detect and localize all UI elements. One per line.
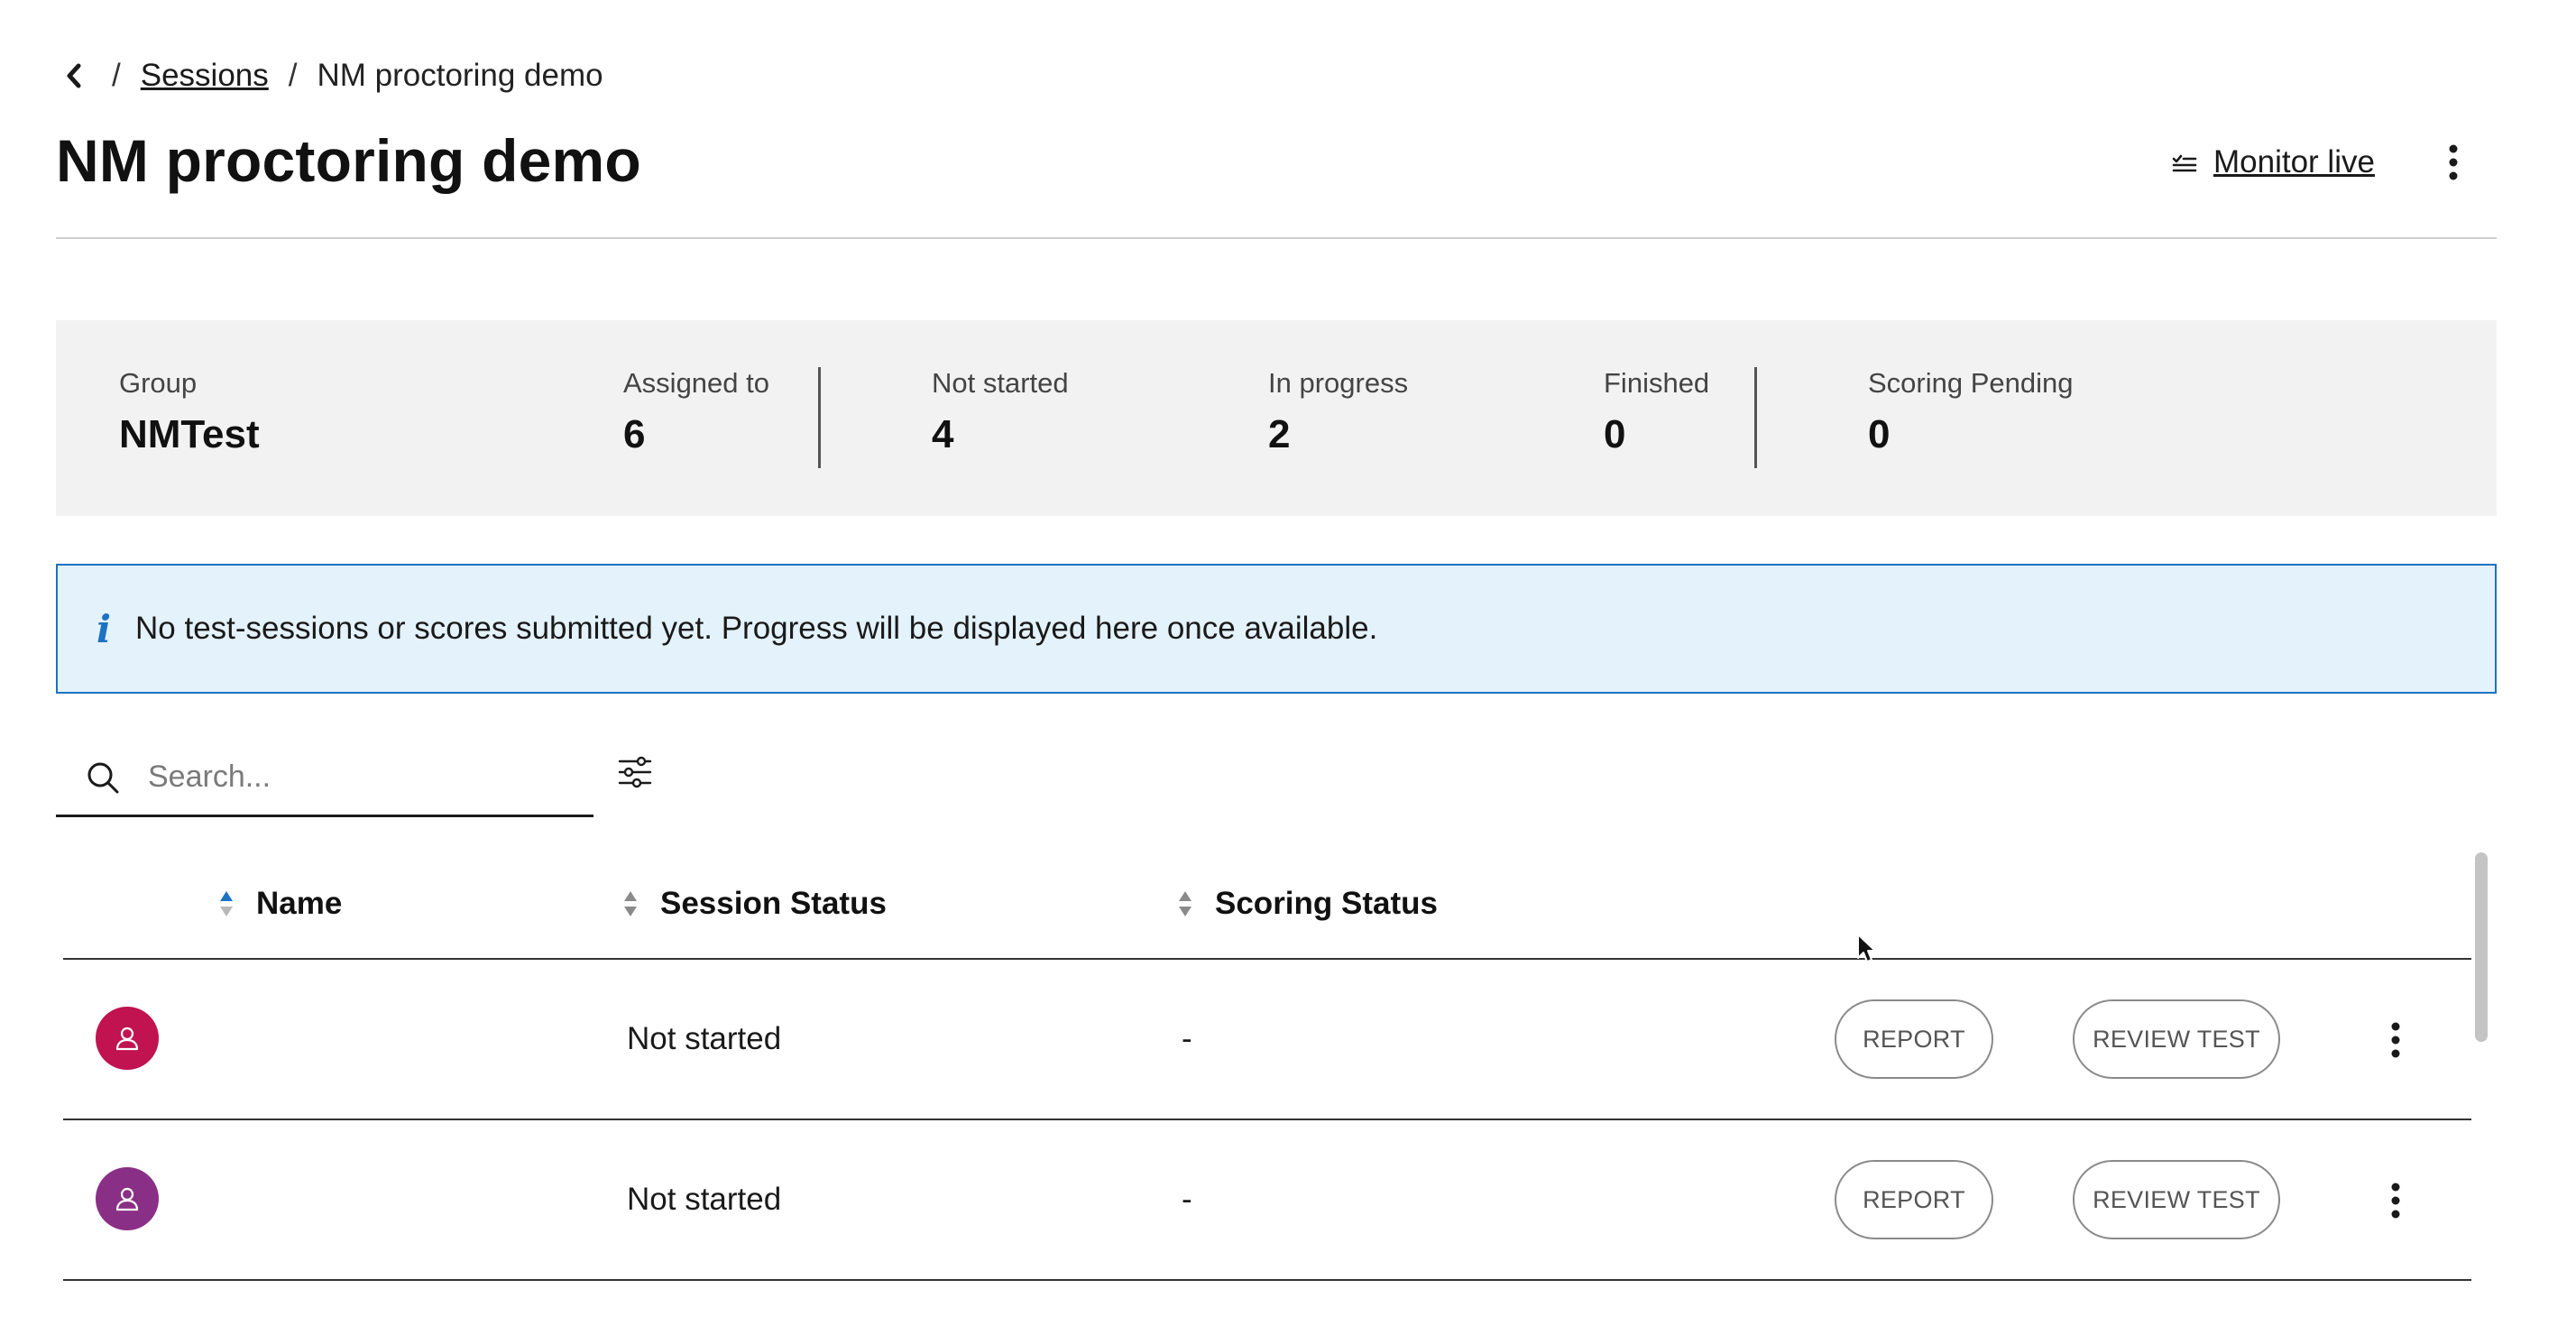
column-header-scoring-status-label: Scoring Status [1215,886,1438,921]
breadcrumb: / Sessions / NM proctoring demo [56,56,603,96]
review-test-button[interactable]: REVIEW TEST [2073,999,2280,1079]
stat-group: Group NMTest [119,367,260,457]
stat-scoring-pending: Scoring Pending 0 [1868,367,2074,457]
kebab-menu-icon [2449,144,2458,180]
stat-group-value: NMTest [119,412,260,456]
stat-not-started-value: 4 [932,412,954,456]
stat-scoring-pending-label: Scoring Pending [1868,367,2074,399]
sort-icon [1177,888,1193,919]
table-row: Not started - REPORT REVIEW TEST [63,1120,2471,1281]
column-header-name[interactable]: Name [218,886,342,922]
stat-finished-label: Finished [1604,367,1710,399]
info-icon: i [97,606,111,651]
stat-in-progress-label: In progress [1268,367,1409,399]
column-header-scoring-status[interactable]: Scoring Status [1177,886,1438,922]
session-detail-page: / Sessions / NM proctoring demo NM proct… [0,0,2576,1335]
page-title: NM proctoring demo [56,127,641,194]
sort-ascending-icon [218,888,235,919]
breadcrumb-sessions-link[interactable]: Sessions [141,58,269,94]
breadcrumb-current: NM proctoring demo [317,58,603,93]
table-header: Name Session Status Scoring Status [63,848,2471,960]
row-more-options-button[interactable] [2378,1017,2414,1063]
sliders-icon [618,756,652,788]
report-button[interactable]: REPORT [1835,999,1993,1079]
scoring-status-cell: - [1182,1182,1192,1217]
title-divider [56,237,2497,239]
report-button[interactable]: REPORT [1835,1160,1993,1239]
search-input[interactable] [148,750,581,805]
stat-not-started: Not started 4 [932,367,1069,457]
table-row: Not started - REPORT REVIEW TEST [63,960,2471,1120]
info-banner-text: No test-sessions or scores submitted yet… [135,611,1378,646]
breadcrumb-separator: / [288,58,298,93]
stat-in-progress: In progress 2 [1268,367,1408,457]
kebab-menu-icon [2391,1183,2400,1219]
session-status-cell: Not started [627,1021,782,1056]
column-header-session-status-label: Session Status [660,886,887,921]
stat-finished: Finished 0 [1604,367,1709,457]
stat-assigned-label: Assigned to [623,367,769,399]
stat-group-label: Group [119,367,198,399]
stat-in-progress-value: 2 [1268,412,1291,456]
review-test-button[interactable]: REVIEW TEST [2073,1160,2280,1239]
search-bar [56,740,593,817]
column-header-session-status[interactable]: Session Status [622,886,887,922]
scoring-status-cell: - [1182,1021,1192,1056]
user-icon [115,1027,139,1051]
sort-icon [622,888,639,919]
session-status-cell: Not started [627,1182,782,1217]
back-button[interactable] [56,56,92,96]
stat-finished-value: 0 [1604,412,1626,456]
chevron-left-icon [67,63,81,88]
info-banner: i No test-sessions or scores submitted y… [56,564,2497,694]
avatar [96,1007,159,1070]
stats-divider [818,367,821,468]
stat-assigned: Assigned to 6 [623,367,769,457]
scrollbar-thumb[interactable] [2475,852,2488,1042]
more-options-button[interactable] [2435,141,2471,184]
monitor-live-label: Monitor live [2213,144,2375,180]
user-icon [115,1187,139,1211]
stat-scoring-pending-value: 0 [1868,412,1891,456]
table-scrollbar[interactable] [2471,852,2491,1317]
search-icon [85,760,121,796]
stat-assigned-value: 6 [623,412,646,456]
list-check-icon [2172,154,2197,172]
column-header-name-label: Name [256,886,343,921]
kebab-menu-icon [2391,1022,2400,1058]
session-stats-panel: Group NMTest Assigned to 6 Not started 4… [56,320,2497,516]
stat-not-started-label: Not started [932,367,1069,399]
filter-button[interactable] [613,750,657,794]
avatar [96,1167,159,1230]
stats-divider [1754,367,1757,468]
monitor-live-link[interactable]: Monitor live [2172,143,2375,182]
participants-table: Name Session Status Scoring Status Not s… [63,848,2471,1317]
breadcrumb-separator: / [112,58,121,93]
mouse-cursor-icon [1857,934,1876,962]
row-more-options-button[interactable] [2378,1178,2414,1223]
